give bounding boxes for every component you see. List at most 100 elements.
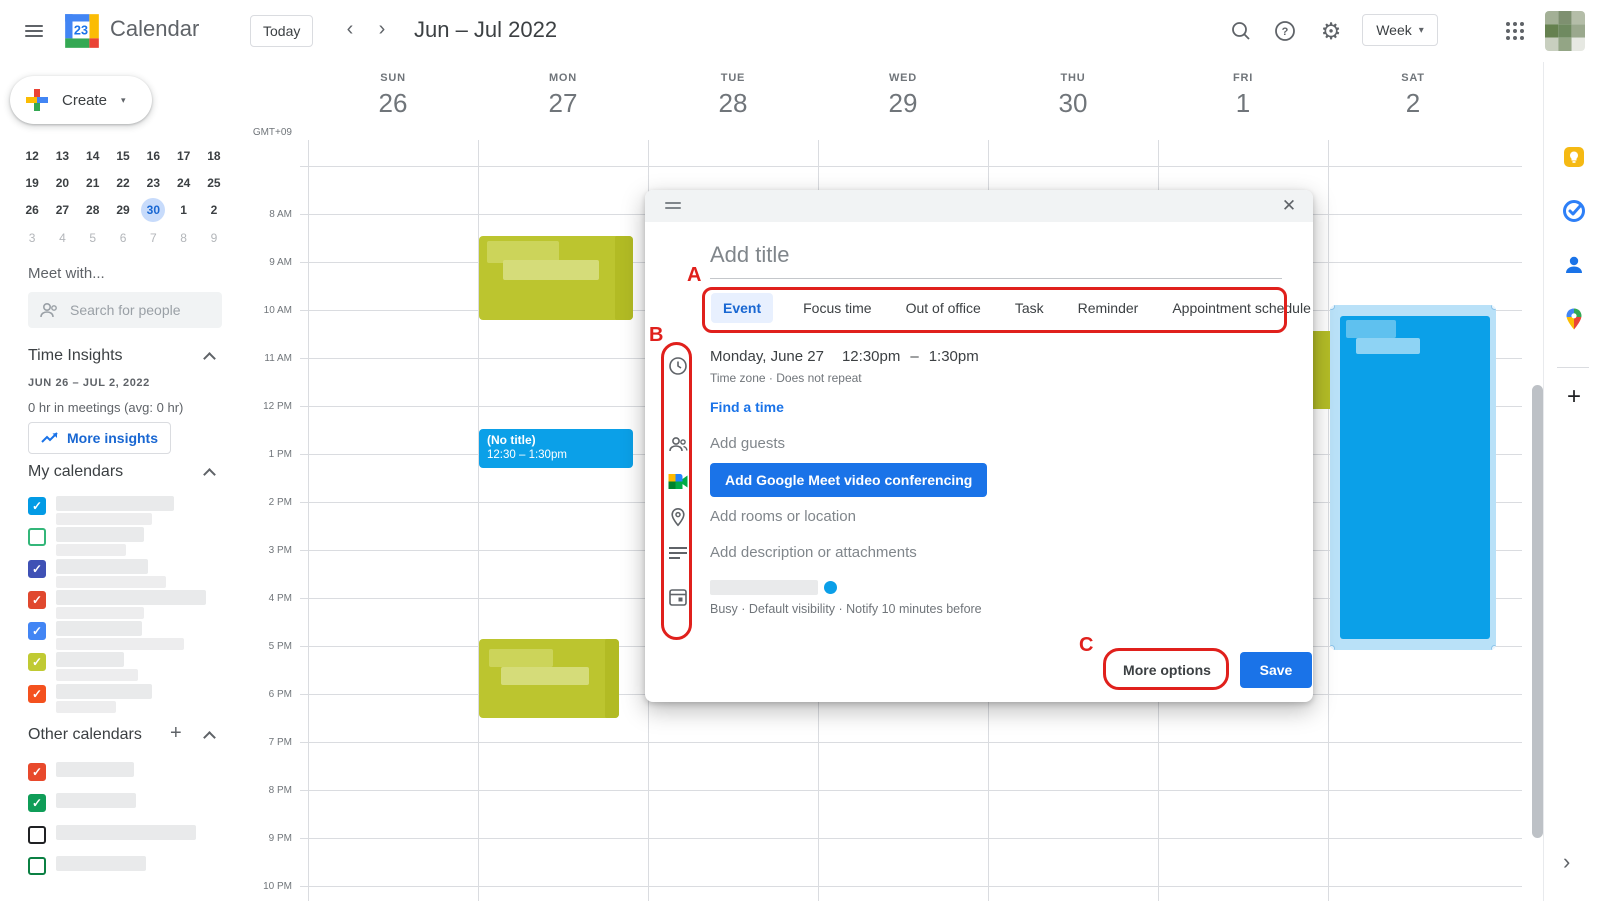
find-a-time-link[interactable]: Find a time xyxy=(710,399,784,415)
mon-no-title-event[interactable]: (No title) 12:30 – 1:30pm xyxy=(479,429,633,468)
mini-calendar-day[interactable]: 23 xyxy=(138,169,168,196)
calendar-list-item[interactable] xyxy=(28,825,224,853)
dialog-tab[interactable]: Appointment schedule xyxy=(1168,293,1315,323)
close-icon[interactable]: ✕ xyxy=(1275,192,1303,220)
mini-calendar-day[interactable]: 26 xyxy=(17,197,47,224)
mini-calendar-day[interactable]: 21 xyxy=(78,169,108,196)
add-guests-input[interactable]: Add guests xyxy=(710,435,785,452)
add-meet-button[interactable]: Add Google Meet video conferencing xyxy=(710,463,987,497)
mini-calendar-day[interactable]: 24 xyxy=(168,169,198,196)
day-number[interactable]: 1 xyxy=(1158,88,1328,119)
calendar-checkbox[interactable]: ✓ xyxy=(28,685,46,703)
calendar-checkbox[interactable]: ✓ xyxy=(28,794,46,812)
add-description-input[interactable]: Add description or attachments xyxy=(710,544,917,561)
calendar-list-item[interactable] xyxy=(28,856,224,884)
mini-calendar-day[interactable]: 14 xyxy=(78,142,108,169)
mini-calendar-day[interactable]: 15 xyxy=(108,142,138,169)
calendar-checkbox[interactable]: ✓ xyxy=(28,591,46,609)
save-button[interactable]: Save xyxy=(1240,652,1312,688)
mini-calendar-day[interactable]: 5 xyxy=(78,224,108,251)
calendar-checkbox[interactable]: ✓ xyxy=(28,653,46,671)
next-week-button[interactable]: › xyxy=(368,16,396,44)
google-apps-grid-icon[interactable] xyxy=(1500,16,1530,46)
main-menu-icon[interactable] xyxy=(20,21,48,41)
calendar-checkbox[interactable] xyxy=(28,528,46,546)
calendar-list-item[interactable]: ✓ xyxy=(28,684,224,712)
mini-calendar-day[interactable]: 17 xyxy=(168,142,198,169)
search-for-people-input[interactable]: Search for people xyxy=(28,292,222,328)
calendar-checkbox[interactable]: ✓ xyxy=(28,763,46,781)
calendar-list-item[interactable]: ✓ xyxy=(28,621,224,649)
drag-handle-icon[interactable] xyxy=(665,202,681,212)
mini-calendar-day[interactable]: 1 xyxy=(168,197,198,224)
day-number[interactable]: 27 xyxy=(478,88,648,119)
day-number[interactable]: 29 xyxy=(818,88,988,119)
hour-row[interactable]: 8 PM xyxy=(300,790,1522,838)
mini-calendar-day[interactable]: 20 xyxy=(47,169,77,196)
dialog-tab[interactable]: Reminder xyxy=(1074,293,1143,323)
hour-row[interactable]: 9 PM xyxy=(300,838,1522,886)
prev-week-button[interactable]: ‹ xyxy=(336,16,364,44)
hour-row[interactable]: 10 PM xyxy=(300,886,1522,901)
collapse-my-calendars-icon[interactable] xyxy=(203,468,216,481)
day-number[interactable]: 26 xyxy=(308,88,478,119)
google-keep-icon[interactable] xyxy=(1561,144,1587,170)
more-options-button[interactable]: More options xyxy=(1110,653,1224,687)
google-tasks-icon[interactable] xyxy=(1561,198,1587,224)
busy-visibility-row[interactable]: Busy · Default visibility · Notify 10 mi… xyxy=(710,602,982,616)
add-other-calendar-icon[interactable]: + xyxy=(170,722,182,745)
mini-calendar-day[interactable]: 18 xyxy=(199,142,229,169)
mini-calendar-day[interactable]: 19 xyxy=(17,169,47,196)
day-number[interactable]: 28 xyxy=(648,88,818,119)
google-contacts-icon[interactable] xyxy=(1561,252,1587,278)
collapse-other-calendars-icon[interactable] xyxy=(203,731,216,744)
google-maps-icon[interactable] xyxy=(1561,306,1587,332)
help-icon[interactable]: ? xyxy=(1270,16,1300,46)
mini-calendar-day[interactable]: 22 xyxy=(108,169,138,196)
mini-calendar-day[interactable]: 9 xyxy=(199,224,229,251)
dialog-tab[interactable]: Event xyxy=(711,293,773,323)
dialog-tab[interactable]: Out of office xyxy=(902,293,985,323)
calendar-list-item[interactable]: ✓ xyxy=(28,793,224,821)
mini-calendar-day[interactable]: 16 xyxy=(138,142,168,169)
calendar-color-dot[interactable] xyxy=(824,581,837,594)
create-button[interactable]: Create ▾ xyxy=(10,76,152,124)
timezone-repeat-row[interactable]: Time zone · Does not repeat xyxy=(710,371,862,385)
mini-calendar-day[interactable]: 25 xyxy=(199,169,229,196)
dialog-tab[interactable]: Task xyxy=(1011,293,1048,323)
mini-calendar-day[interactable]: 12 xyxy=(17,142,47,169)
event-datetime-row[interactable]: Monday, June 2712:30pm–1:30pm xyxy=(710,348,979,365)
mini-calendar-day[interactable]: 28 xyxy=(78,197,108,224)
mini-calendar-day[interactable]: 8 xyxy=(168,224,198,251)
mini-calendar-day[interactable]: 7 xyxy=(138,224,168,251)
calendar-checkbox[interactable]: ✓ xyxy=(28,497,46,515)
mon-evening-event[interactable] xyxy=(479,639,619,718)
mini-calendar-day[interactable]: 2 xyxy=(199,197,229,224)
today-button[interactable]: Today xyxy=(250,15,313,47)
avatar[interactable] xyxy=(1545,11,1585,51)
calendar-list-item[interactable]: ✓ xyxy=(28,652,224,680)
mini-calendar-day[interactable]: 6 xyxy=(108,224,138,251)
calendar-checkbox[interactable] xyxy=(28,857,46,875)
search-icon[interactable] xyxy=(1226,16,1256,46)
mini-calendar-day[interactable]: 4 xyxy=(47,224,77,251)
get-add-ons-icon[interactable]: + xyxy=(1561,384,1587,410)
hide-panel-chevron-icon[interactable]: › xyxy=(1563,849,1570,875)
event-title-input[interactable]: Add title xyxy=(710,242,1282,268)
day-number[interactable]: 30 xyxy=(988,88,1158,119)
mini-calendar-day[interactable]: 29 xyxy=(108,197,138,224)
mini-calendar-day[interactable]: 27 xyxy=(47,197,77,224)
mon-morning-event[interactable] xyxy=(479,236,633,320)
calendar-checkbox[interactable]: ✓ xyxy=(28,622,46,640)
dialog-tab[interactable]: Focus time xyxy=(799,293,875,323)
more-insights-button[interactable]: More insights xyxy=(28,422,171,454)
mini-calendar-day[interactable]: 30 xyxy=(138,197,168,224)
mini-calendar-day[interactable]: 3 xyxy=(17,224,47,251)
add-rooms-location-input[interactable]: Add rooms or location xyxy=(710,508,856,525)
vertical-scrollbar[interactable] xyxy=(1532,385,1543,838)
hour-row[interactable]: 7 PM xyxy=(300,742,1522,790)
sat-selected-event[interactable] xyxy=(1330,305,1496,650)
calendar-checkbox[interactable] xyxy=(28,826,46,844)
calendar-list-item[interactable]: ✓ xyxy=(28,590,224,618)
settings-gear-icon[interactable]: ⚙ xyxy=(1316,16,1346,46)
